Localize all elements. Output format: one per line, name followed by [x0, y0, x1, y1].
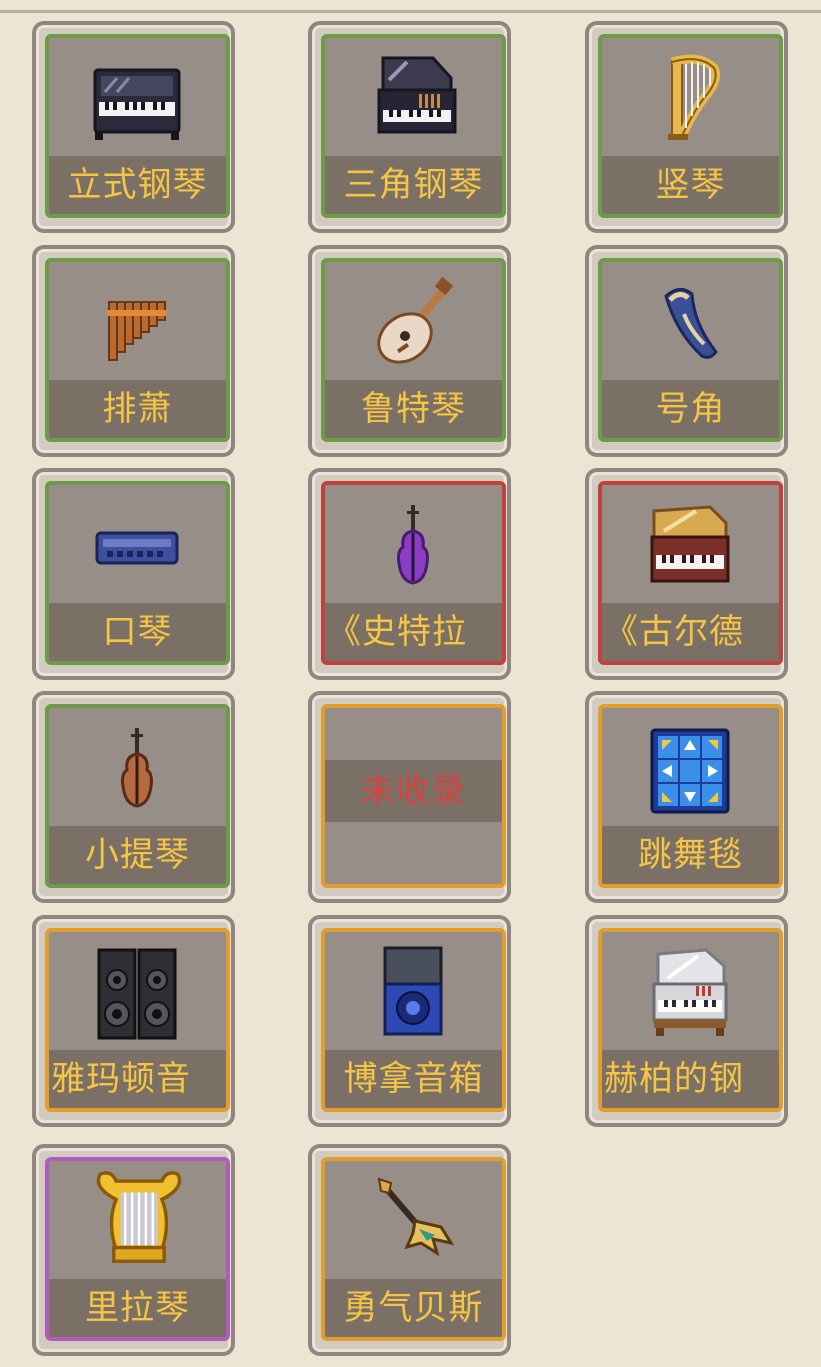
card-frame: 赫柏的钢 — [598, 928, 783, 1112]
instrument-name: 口琴 — [49, 603, 226, 661]
card-frame: 勇气贝斯 — [321, 1157, 506, 1341]
instrument-card-harmonica[interactable]: 口琴 — [32, 468, 235, 680]
instrument-name: 三角钢琴 — [325, 156, 502, 214]
card-frame: 小提琴 — [45, 704, 230, 888]
instrument-name: 里拉琴 — [49, 1279, 226, 1337]
instrument-name: 立式钢琴 — [49, 156, 226, 214]
instrument-name: 小提琴 — [49, 826, 226, 884]
violin-icon — [121, 728, 153, 808]
card-frame: 里拉琴 — [45, 1157, 230, 1341]
pan-flute-icon — [107, 301, 167, 361]
lyre-icon — [96, 1171, 182, 1263]
card-frame: 竖琴 — [598, 34, 783, 218]
instrument-name: 号角 — [602, 380, 779, 438]
instrument-card-lyre[interactable]: 里拉琴 — [32, 1144, 235, 1356]
instrument-grid: 立式钢琴 三角钢琴 竖琴 排萧 鲁特琴 号角 口琴 《史特拉 《古尔德 小提琴 … — [0, 0, 821, 1367]
instrument-card-hebe-piano[interactable]: 赫柏的钢 — [585, 915, 788, 1127]
instrument-card-upright-piano[interactable]: 立式钢琴 — [32, 21, 235, 233]
card-frame: 博拿音箱 — [321, 928, 506, 1112]
instrument-card-lute[interactable]: 鲁特琴 — [308, 245, 511, 457]
white-piano-icon — [652, 948, 728, 1036]
unrecorded-label: 未收录 — [325, 760, 502, 822]
horn-icon — [664, 288, 718, 359]
card-frame: 雅玛顿音 — [45, 928, 230, 1112]
instrument-card-courage-bass[interactable]: 勇气贝斯 — [308, 1144, 511, 1356]
instrument-name: 博拿音箱 — [325, 1050, 502, 1108]
card-frame: 口琴 — [45, 481, 230, 665]
instrument-card-pan-flute[interactable]: 排萧 — [32, 245, 235, 457]
card-frame: 未收录 — [321, 704, 506, 888]
grand-piano-icon — [377, 56, 457, 134]
instrument-card-speakers[interactable]: 雅玛顿音 — [32, 915, 235, 1127]
instrument-card-bona-speaker[interactable]: 博拿音箱 — [308, 915, 511, 1127]
instrument-name: 雅玛顿音 — [49, 1050, 226, 1108]
card-frame: 立式钢琴 — [45, 34, 230, 218]
instrument-card-stradivari[interactable]: 《史特拉 — [308, 468, 511, 680]
card-frame: 号角 — [598, 258, 783, 442]
harmonica-icon — [95, 531, 179, 565]
speaker-box-icon — [383, 946, 443, 1036]
instrument-card-grand-piano[interactable]: 三角钢琴 — [308, 21, 511, 233]
card-frame: 鲁特琴 — [321, 258, 506, 442]
upright-piano-icon — [93, 68, 181, 140]
card-frame: 排萧 — [45, 258, 230, 442]
instrument-card-horn[interactable]: 号角 — [585, 245, 788, 457]
card-frame: 跳舞毯 — [598, 704, 783, 888]
speakers-icon — [97, 948, 177, 1040]
instrument-name: 竖琴 — [602, 156, 779, 214]
instrument-name: 赫柏的钢 — [602, 1050, 779, 1108]
harp-icon — [668, 54, 721, 140]
purple-cello-icon — [397, 505, 429, 585]
instrument-name: 勇气贝斯 — [325, 1279, 502, 1337]
card-frame: 三角钢琴 — [321, 34, 506, 218]
bass-guitar-icon — [377, 1177, 455, 1257]
card-frame: 《古尔德 — [598, 481, 783, 665]
instrument-card-gould[interactable]: 《古尔德 — [585, 468, 788, 680]
instrument-card-harp[interactable]: 竖琴 — [585, 21, 788, 233]
card-frame: 《史特拉 — [321, 481, 506, 665]
instrument-card-violin[interactable]: 小提琴 — [32, 691, 235, 903]
instrument-card-dance-mat[interactable]: 跳舞毯 — [585, 691, 788, 903]
instrument-name: 《史特拉 — [325, 603, 502, 661]
lute-icon — [377, 276, 454, 364]
instrument-name: 跳舞毯 — [602, 826, 779, 884]
instrument-name: 《古尔德 — [602, 603, 779, 661]
dance-mat-icon — [650, 728, 730, 814]
instrument-card-unrecorded[interactable]: 未收录 — [308, 691, 511, 903]
golden-piano-icon — [650, 505, 730, 583]
instrument-name: 鲁特琴 — [325, 380, 502, 438]
instrument-name: 排萧 — [49, 380, 226, 438]
